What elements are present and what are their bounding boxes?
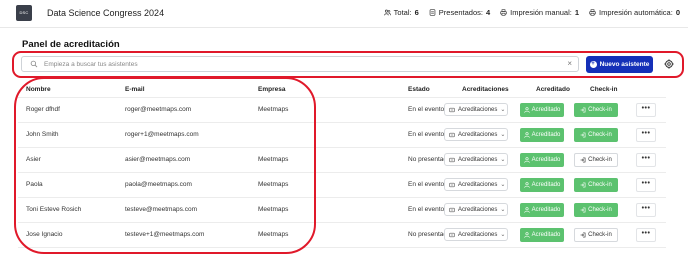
- stat-presented: Presentados: 4: [429, 8, 490, 17]
- cell-status: En el evento: [408, 131, 445, 138]
- accreditations-dropdown[interactable]: Acreditaciones ⌄: [444, 228, 508, 241]
- person-icon: [523, 132, 530, 138]
- chevron-down-icon: ⌄: [500, 107, 506, 113]
- column-header-accreditations: Acreditaciones: [462, 86, 509, 93]
- column-header-accredited: Acreditado: [536, 86, 570, 93]
- login-icon: [580, 182, 586, 188]
- stat-manual-print: Impresión manual: 1: [500, 8, 579, 17]
- accredited-button[interactable]: Acreditado: [520, 178, 564, 192]
- column-header-checkin: Check-in: [590, 86, 618, 93]
- cell-status: En el evento: [408, 181, 445, 188]
- stat-auto-print-label: Impresión automática:: [599, 8, 673, 17]
- accredited-button[interactable]: Acreditado: [520, 228, 564, 242]
- login-icon: [580, 157, 586, 163]
- person-icon: [523, 107, 530, 113]
- stat-auto-print-value: 0: [675, 8, 680, 17]
- login-icon: [580, 107, 586, 113]
- more-options-button[interactable]: •••: [636, 103, 656, 117]
- stat-presented-label: Presentados:: [438, 8, 483, 17]
- stat-presented-value: 4: [485, 8, 491, 17]
- accreditations-dropdown-label: Acreditaciones: [458, 206, 498, 213]
- presented-icon: [429, 9, 436, 16]
- chevron-down-icon: ⌄: [500, 132, 506, 138]
- accreditations-dropdown-label: Acreditaciones: [458, 131, 498, 138]
- accredited-button[interactable]: Acreditado: [520, 128, 564, 142]
- checkin-button[interactable]: Check-in: [574, 153, 618, 167]
- checkin-button[interactable]: Check-in: [574, 178, 618, 192]
- checkin-button-label: Check-in: [588, 107, 612, 113]
- chevron-down-icon: ⌄: [500, 157, 506, 163]
- checkin-button[interactable]: Check-in: [574, 128, 618, 142]
- accredited-button-label: Acreditado: [531, 207, 561, 213]
- accreditations-dropdown[interactable]: Acreditaciones ⌄: [444, 203, 508, 216]
- cell-status: En el evento: [408, 206, 445, 213]
- event-logo: DSC: [16, 5, 32, 21]
- printer-icon: [589, 9, 596, 16]
- people-icon: [383, 9, 391, 16]
- column-header-status: Estado: [408, 86, 430, 93]
- accredited-button-label: Acreditado: [531, 157, 561, 163]
- chevron-down-icon: ⌄: [500, 182, 506, 188]
- accreditations-dropdown-label: Acreditaciones: [458, 106, 498, 113]
- accredited-button-label: Acreditado: [531, 132, 561, 138]
- checkin-button-label: Check-in: [588, 207, 612, 213]
- checkin-button[interactable]: Check-in: [574, 103, 618, 117]
- more-options-button[interactable]: •••: [636, 153, 656, 167]
- accreditations-icon: [449, 207, 455, 212]
- accredited-button-label: Acreditado: [531, 232, 561, 238]
- checkin-button-label: Check-in: [588, 132, 612, 138]
- stats-bar: Total: 6 Presentados: 4 Impresión manual…: [383, 8, 680, 17]
- accreditations-icon: [449, 182, 455, 187]
- accreditations-dropdown-label: Acreditaciones: [458, 231, 498, 238]
- stat-manual-print-label: Impresión manual:: [510, 8, 572, 17]
- person-icon: [523, 182, 530, 188]
- panel-title: Panel de acreditación: [22, 39, 120, 50]
- accreditations-dropdown[interactable]: Acreditaciones ⌄: [444, 103, 508, 116]
- stat-total: Total: 6: [383, 8, 419, 17]
- more-options-button[interactable]: •••: [636, 203, 656, 217]
- accredited-button[interactable]: Acreditado: [520, 203, 564, 217]
- cell-status: En el evento: [408, 106, 445, 113]
- stat-total-label: Total:: [393, 8, 412, 17]
- more-options-button[interactable]: •••: [636, 128, 656, 142]
- accredited-button[interactable]: Acreditado: [520, 153, 564, 167]
- checkin-button[interactable]: Check-in: [574, 228, 618, 242]
- accreditations-icon: [449, 157, 455, 162]
- person-icon: [523, 207, 530, 213]
- accreditations-icon: [449, 232, 455, 237]
- accreditations-dropdown[interactable]: Acreditaciones ⌄: [444, 153, 508, 166]
- login-icon: [580, 132, 586, 138]
- annotation-search-highlight: [12, 51, 684, 78]
- accreditations-dropdown[interactable]: Acreditaciones ⌄: [444, 178, 508, 191]
- annotation-table-highlight: [14, 77, 316, 254]
- person-icon: [523, 232, 530, 238]
- accreditations-dropdown[interactable]: Acreditaciones ⌄: [444, 128, 508, 141]
- accreditations-icon: [449, 132, 455, 137]
- more-options-button[interactable]: •••: [636, 228, 656, 242]
- checkin-button[interactable]: Check-in: [574, 203, 618, 217]
- chevron-down-icon: ⌄: [500, 232, 506, 238]
- stat-manual-print-value: 1: [574, 8, 580, 17]
- accreditations-icon: [449, 107, 455, 112]
- more-options-button[interactable]: •••: [636, 178, 656, 192]
- accredited-button-label: Acreditado: [531, 182, 561, 188]
- stat-auto-print: Impresión automática: 0: [589, 8, 680, 17]
- person-icon: [523, 157, 530, 163]
- top-bar: DSC Data Science Congress 2024 Total: 6 …: [0, 0, 688, 28]
- chevron-down-icon: ⌄: [500, 207, 506, 213]
- event-title: Data Science Congress 2024: [47, 8, 165, 18]
- printer-icon: [500, 9, 507, 16]
- accredited-button[interactable]: Acreditado: [520, 103, 564, 117]
- accreditations-dropdown-label: Acreditaciones: [458, 156, 498, 163]
- checkin-button-label: Check-in: [588, 157, 612, 163]
- accreditations-dropdown-label: Acreditaciones: [458, 181, 498, 188]
- login-icon: [580, 207, 586, 213]
- stat-total-value: 6: [414, 8, 419, 17]
- login-icon: [580, 232, 586, 238]
- checkin-button-label: Check-in: [588, 232, 612, 238]
- checkin-button-label: Check-in: [588, 182, 612, 188]
- accredited-button-label: Acreditado: [531, 107, 561, 113]
